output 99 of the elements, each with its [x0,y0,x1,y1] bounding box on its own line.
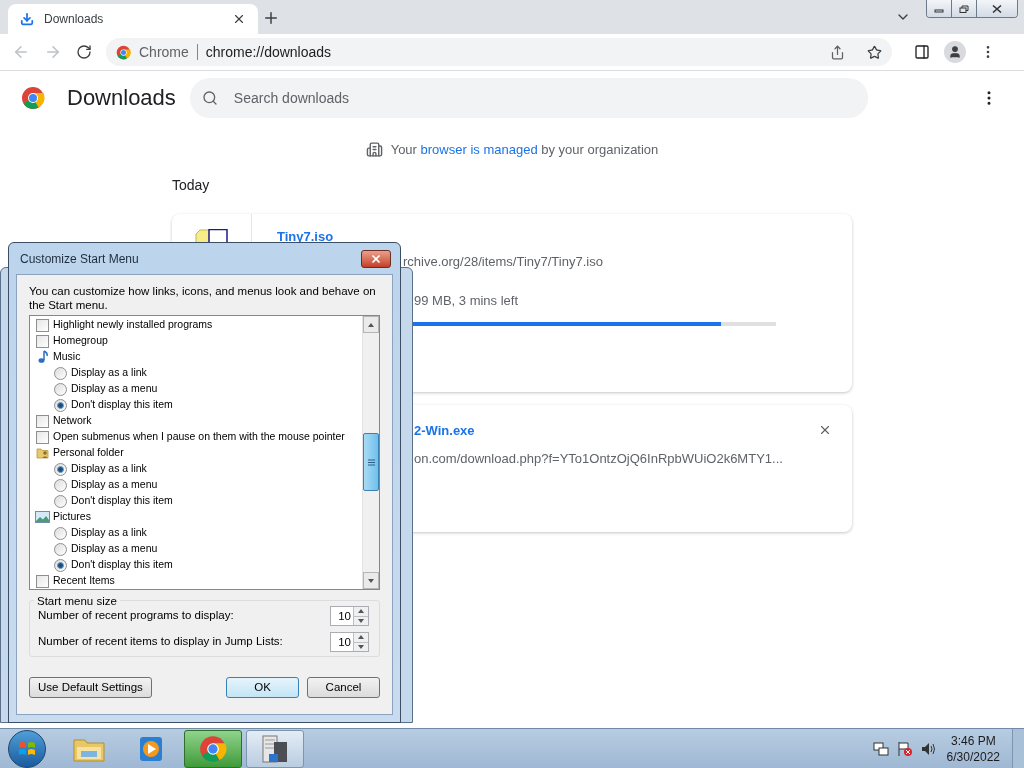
media-player-icon [137,734,165,763]
search-field[interactable]: Search downloads [189,78,868,118]
radio-button[interactable] [54,462,67,476]
scroll-down-icon [368,578,374,583]
option-group-label: Personal folder [53,445,124,461]
managed-link[interactable]: browser is managed [420,142,538,157]
close-icon [370,252,382,265]
radio-button[interactable] [54,366,67,380]
close-tab-icon[interactable] [232,12,246,26]
address-bar[interactable]: Chrome chrome://downloads [106,38,892,66]
flag-error-icon [896,740,913,757]
checkbox[interactable] [36,430,49,444]
share-icon[interactable] [830,44,845,60]
checkbox[interactable] [36,318,49,332]
option-label: Open submenus when I pause on them with the mouse pointer [53,429,345,445]
option-label: Display as a menu [71,541,158,557]
person-icon [948,45,962,59]
option-group-label: Pictures [53,509,91,525]
start-button[interactable] [8,729,46,768]
taskbar-app[interactable] [246,729,304,768]
minimize-button[interactable] [927,0,952,17]
radio-button[interactable] [54,494,67,508]
option-label: Display as a link [71,525,147,541]
dialog-button[interactable]: Cancel [307,677,380,698]
close-button[interactable] [361,249,391,268]
checkbox[interactable] [36,414,49,428]
server-icon [260,733,290,764]
dialog-button[interactable]: OK [226,677,299,698]
option-label: Don't display this item [71,557,173,573]
search-icon [201,90,218,106]
field-label: Number of recent programs to display: [38,608,235,624]
site-icon [116,44,131,60]
site-label: Chrome [139,42,189,62]
network-icon [872,740,889,757]
search-input[interactable]: Search downloads [233,88,868,108]
option-label: Network [53,413,92,429]
picture-icon [35,511,50,523]
radio-button[interactable] [54,398,67,412]
section-heading: Today [172,175,211,195]
page-title: Downloads [67,84,176,112]
option-label: Display as a link [71,365,147,381]
new-tab-icon[interactable] [262,9,280,27]
clock-time: 3:46 PM [950,732,996,749]
dialog-description: You can customize how links, icons, and menus look and behave on the Start menu. [29,284,377,313]
reload-icon[interactable] [76,44,92,60]
download-icon [20,12,34,26]
download-status: 99 MB, 3 mins left [414,291,520,310]
option-label: Don't display this item [71,397,173,413]
number-spinner[interactable]: 10 [330,632,369,652]
close-button[interactable] [977,0,1017,17]
down-arrow-icon [358,644,364,649]
side-panel-icon[interactable] [914,44,930,60]
option-label: Recent Items [53,573,115,589]
radio-button[interactable] [54,558,67,572]
close-icon [992,4,1002,13]
restore-button[interactable] [952,0,977,17]
chrome-logo [21,86,45,110]
radio-button[interactable] [54,526,67,540]
folder-user-icon [35,446,50,460]
source-url: on.com/download.php?f=YTo1OntzOjQ6InRpbWUiO2k6MTY1... [414,449,784,468]
browser-tab[interactable]: Downloads [8,4,258,34]
option-label: Display as a menu [71,477,158,493]
restore-icon [959,4,969,13]
profile-avatar[interactable] [944,41,966,63]
tab-title: Downloads [44,11,105,28]
window-title: Customize Start Menu [20,250,140,268]
radio-button[interactable] [54,542,67,556]
option-label: Display as a menu [71,381,158,397]
field-label: Number of recent items to display in Jump Lists: [38,634,284,650]
bookmark-star-icon[interactable] [867,44,882,60]
taskbar-app[interactable] [184,729,242,768]
scroll-up-icon [368,322,374,327]
checkbox[interactable] [36,334,49,348]
source-url: rchive.org/28/items/Tiny7/Tiny7.iso [403,254,604,269]
option-group-label: Music [53,349,81,365]
option-label: Don't display this item [71,493,173,509]
file-link[interactable]: Tiny7.iso [277,228,852,244]
up-arrow-icon [358,635,364,640]
windows-logo-icon [18,740,36,757]
option-label: Highlight newly installed programs [53,317,213,333]
grip-icon [367,458,375,466]
number-spinner[interactable]: 10 [330,606,369,626]
url-text: chrome://downloads [205,42,333,62]
browser-icon [199,734,227,763]
up-arrow-icon [358,609,364,614]
file-link[interactable]: 2-Win.exe [414,422,852,439]
dialog-button[interactable]: Use Default Settings [29,677,152,698]
scroll-thumb[interactable] [363,433,379,491]
radio-button[interactable] [54,478,67,492]
music-note-icon [35,350,50,364]
option-label: Display as a link [71,461,147,477]
clock-date: 6/30/2022 [946,748,1000,765]
radio-button[interactable] [54,382,67,396]
managed-notice: Your browser is managed by your organization [390,141,659,159]
option-label: Homegroup [53,333,108,349]
building-icon [365,141,383,159]
down-arrow-icon [358,618,364,623]
checkbox[interactable] [36,574,49,588]
scrollbar[interactable] [362,316,379,589]
